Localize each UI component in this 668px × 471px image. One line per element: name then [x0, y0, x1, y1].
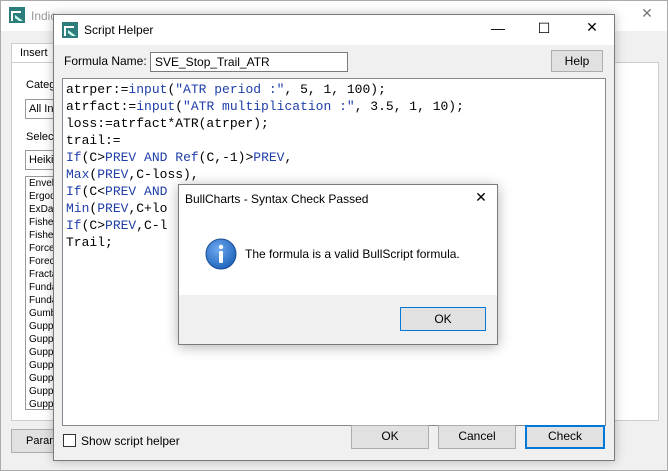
help-button[interactable]: Help — [551, 50, 603, 72]
code-line: atrfact:=input("ATR multiplication :", 3… — [66, 99, 464, 114]
code-line: loss:=atrfact*ATR(atrper); — [66, 116, 269, 131]
script-helper-title: Script Helper — [84, 23, 154, 37]
code-line: atrper:=input("ATR period :", 5, 1, 100)… — [66, 82, 386, 97]
dialog-ok-button[interactable]: OK — [400, 307, 486, 331]
close-icon[interactable]: ✕ — [637, 5, 657, 22]
close-icon[interactable]: ✕ — [580, 19, 604, 36]
dialog-message: The formula is a valid BullScript formul… — [245, 247, 460, 261]
show-script-helper-label[interactable]: Show script helper — [81, 434, 180, 448]
formula-name-input[interactable] — [150, 52, 348, 72]
app-icon — [62, 22, 78, 38]
dialog-title: BullCharts - Syntax Check Passed — [185, 192, 369, 206]
code-line: If(C>PREV AND Ref(C,-1)>PREV, — [66, 150, 293, 165]
dialog-content: BullCharts - Syntax Check Passed ✕ The f… — [179, 185, 497, 295]
code-line: Max(PREV,C-loss), — [66, 167, 199, 182]
formula-name-label: Formula Name: — [64, 54, 147, 68]
select-label: Selec — [26, 131, 54, 143]
code-line: trail:= — [66, 133, 121, 148]
minimize-icon[interactable]: — — [486, 20, 510, 36]
syntax-check-dialog: BullCharts - Syntax Check Passed ✕ The f… — [178, 184, 498, 345]
cancel-button[interactable]: Cancel — [438, 425, 516, 449]
category-label: Categ — [26, 79, 56, 91]
maximize-icon[interactable]: ☐ — [532, 20, 556, 37]
ok-button[interactable]: OK — [351, 425, 429, 449]
tab-insert[interactable]: Insert — [11, 43, 55, 63]
app-icon — [9, 7, 25, 23]
close-icon[interactable]: ✕ — [469, 189, 493, 206]
check-button[interactable]: Check — [525, 425, 605, 449]
script-helper-titlebar[interactable]: Script Helper — ☐ ✕ — [54, 15, 614, 45]
show-script-helper-checkbox[interactable] — [63, 434, 76, 447]
info-icon — [205, 238, 237, 270]
